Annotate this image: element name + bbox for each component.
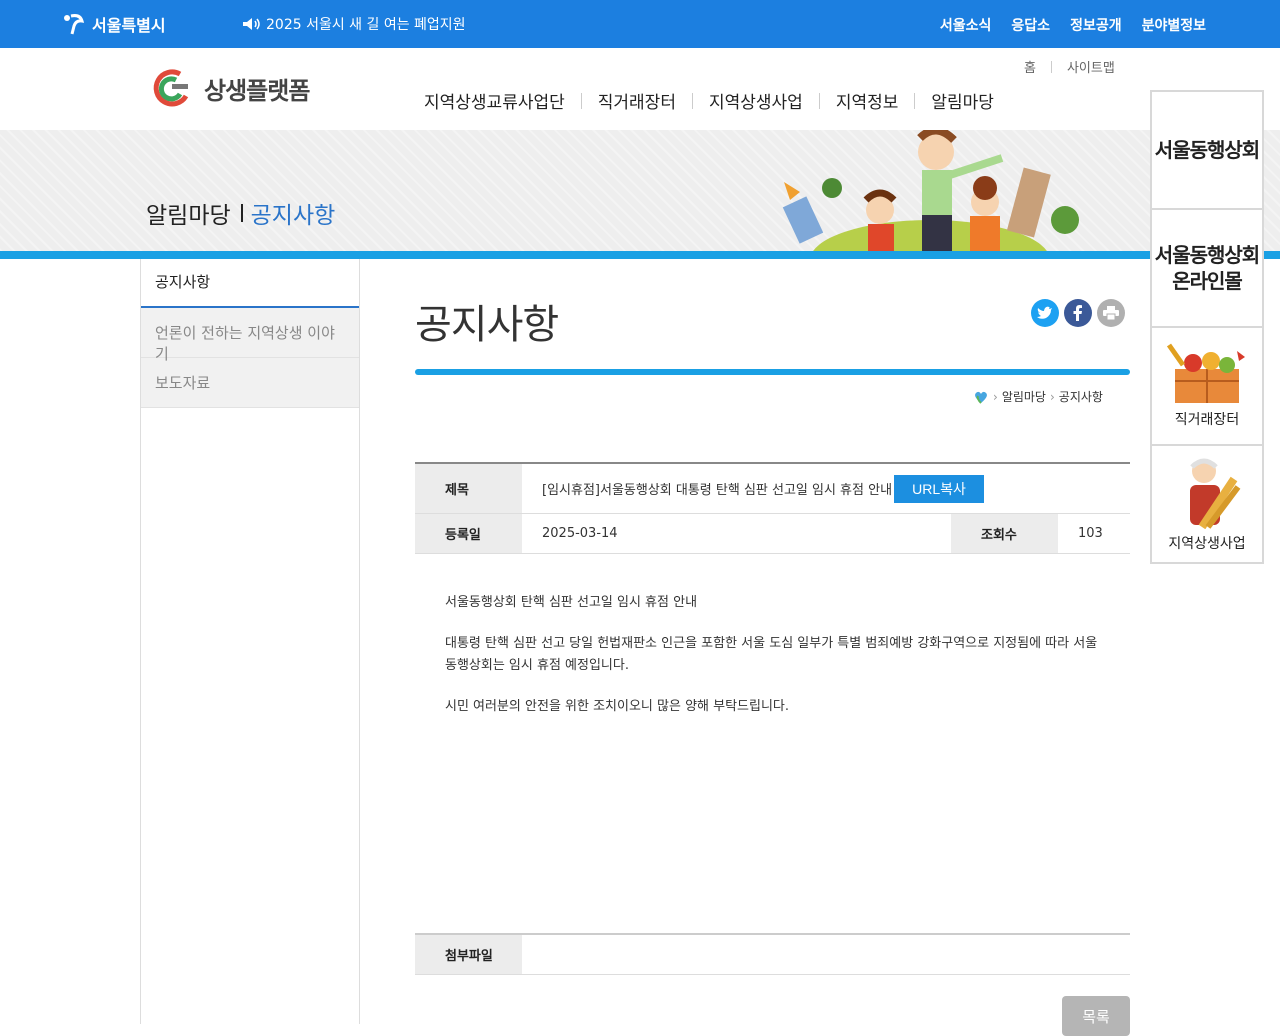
quick-donghaeng-label: 서울동행상회 — [1154, 138, 1260, 162]
nav-region-info[interactable]: 지역정보 — [820, 88, 915, 113]
farmer-icon — [1190, 458, 1241, 529]
nav-market[interactable]: 직거래장터 — [582, 88, 692, 113]
share-buttons — [1031, 299, 1125, 327]
link-field-info[interactable]: 분야별정보 — [1142, 15, 1206, 35]
side-menu-press-stories[interactable]: 언론이 전하는 지역상생 이야기 — [141, 308, 359, 363]
notice-text: 2025 서울시 새 길 여는 폐업지원 — [266, 17, 466, 33]
seoul-logo-icon — [64, 14, 85, 35]
util-divider — [1050, 60, 1052, 73]
quick-online-mall[interactable]: 서울동행상회 온라인몰 — [1152, 210, 1262, 328]
print-icon — [1103, 306, 1119, 320]
breadcrumb-section[interactable]: 알림마당 — [1002, 388, 1046, 405]
post-body: 서울동행상회 탄핵 심판 선고일 임시 휴점 안내 대통령 탄핵 심판 선고 당… — [445, 592, 1105, 737]
site-logo-text: 상생플랫폼 — [204, 76, 310, 105]
print-button[interactable] — [1097, 299, 1125, 327]
quick-online-mall-line2: 온라인몰 — [1172, 269, 1243, 293]
body-paragraph: 시민 여러분의 안전을 위한 조치이오니 많은 양해 부탁드립니다. — [445, 699, 790, 714]
title-underline — [415, 369, 1130, 375]
post-date: 2025-03-14 — [542, 526, 618, 541]
page-title: 공지사항 — [415, 302, 559, 348]
main-nav: 지역상생교류사업단 직거래장터 지역상생사업 지역정보 알림마당 — [408, 88, 1010, 113]
link-eungdapso[interactable]: 응답소 — [1011, 15, 1050, 35]
notice-link[interactable]: 2025 서울시 새 길 여는 폐업지원 — [242, 14, 466, 34]
sitemap-link[interactable]: 사이트맵 — [1067, 57, 1115, 76]
home-link[interactable]: 홈 — [1024, 57, 1036, 76]
meta-row: 등록일 2025-03-14 조회수 103 — [415, 514, 1130, 554]
quick-market[interactable]: 직거래장터 — [1152, 328, 1262, 446]
attachment-row: 첨부파일 — [415, 933, 1130, 975]
site-logo[interactable]: 상생플랫폼 — [150, 66, 310, 110]
quick-project-label: 지역상생사업 — [1168, 536, 1246, 552]
banner-title: 알림마당 공지사항 — [146, 196, 335, 230]
link-info-open[interactable]: 정보공개 — [1070, 15, 1122, 35]
quick-online-mall-line1: 서울동행상회 — [1154, 243, 1260, 267]
side-menu-current[interactable]: 공지사항 — [141, 259, 359, 308]
subject-label: 제목 — [415, 464, 522, 513]
subject-row: 제목 [임시휴점]서울동행상회 대통령 탄핵 심판 선고일 임시 휴점 안내 U… — [415, 464, 1130, 514]
link-seoul-news[interactable]: 서울소식 — [940, 15, 992, 35]
top-bar: 서울특별시 2025 서울시 새 길 여는 폐업지원 서울소식 응답소 정보공개… — [0, 0, 1280, 48]
post-views: 103 — [1078, 526, 1103, 541]
chevron-right-icon: › — [993, 389, 998, 404]
banner-underline — [0, 251, 1280, 259]
seoul-city-name: 서울특별시 — [92, 16, 166, 35]
breadcrumb-current: 공지사항 — [1058, 390, 1103, 404]
post-subject: [임시휴점]서울동행상회 대통령 탄핵 심판 선고일 임시 휴점 안내 — [542, 483, 893, 498]
nav-project[interactable]: 지역상생사업 — [693, 88, 819, 113]
body-paragraph: 서울동행상회 탄핵 심판 선고일 임시 휴점 안내 — [445, 595, 698, 610]
subject-cell: [임시휴점]서울동행상회 대통령 탄핵 심판 선고일 임시 휴점 안내 URL복… — [522, 464, 1130, 513]
utility-menu: 홈 사이트맵 — [1024, 57, 1115, 76]
banner-section: 알림마당 — [146, 203, 231, 229]
sub-banner: 알림마당 공지사항 — [0, 130, 1280, 251]
nav-exchange[interactable]: 지역상생교류사업단 — [408, 88, 581, 113]
date-label: 등록일 — [415, 514, 522, 553]
facebook-icon — [1073, 305, 1082, 321]
twitter-icon — [1037, 306, 1052, 319]
banner-illustration — [782, 130, 1079, 251]
list-button[interactable]: 목록 — [1062, 996, 1130, 1036]
sangsaeng-logo-icon — [153, 69, 189, 107]
banner-current: 공지사항 — [250, 203, 336, 229]
attachment-label: 첨부파일 — [415, 935, 522, 974]
seoul-logo[interactable]: 서울특별시 — [62, 10, 166, 38]
side-menu: 공지사항 언론이 전하는 지역상생 이야기 보도자료 — [140, 259, 360, 1024]
chevron-right-icon: › — [1049, 389, 1055, 404]
nav-notice[interactable]: 알림마당 — [915, 88, 1010, 113]
quick-menu: 서울동행상회 서울동행상회 온라인몰 직거래장터 지역상생사업 — [1150, 90, 1264, 564]
site-header: 상생플랫폼 홈 사이트맵 지역상생교류사업단 직거래장터 지역상생사업 지역정보… — [0, 48, 1280, 130]
body-paragraph: 대통령 탄핵 심판 선고 당일 헌법재판소 인근을 포함한 서울 도심 일부가 … — [445, 636, 1098, 673]
speaker-icon — [243, 18, 260, 30]
facebook-share-button[interactable] — [1064, 299, 1092, 327]
banner-divider — [240, 204, 243, 222]
url-copy-button[interactable]: URL복사 — [894, 474, 985, 503]
home-icon[interactable] — [973, 390, 989, 404]
breadcrumb: › 알림마당 › 공지사항 — [973, 388, 1103, 405]
quick-project[interactable]: 지역상생사업 — [1152, 446, 1262, 564]
views-label: 조회수 — [951, 514, 1058, 553]
produce-crate-icon — [1166, 343, 1245, 403]
top-links: 서울소식 응답소 정보공개 분야별정보 — [940, 15, 1206, 35]
post-info-table: 제목 [임시휴점]서울동행상회 대통령 탄핵 심판 선고일 임시 휴점 안내 U… — [415, 462, 1130, 554]
side-menu-press-release[interactable]: 보도자료 — [141, 358, 359, 408]
twitter-share-button[interactable] — [1031, 299, 1059, 327]
quick-market-label: 직거래장터 — [1174, 412, 1240, 428]
quick-donghaeng[interactable]: 서울동행상회 — [1152, 92, 1262, 210]
